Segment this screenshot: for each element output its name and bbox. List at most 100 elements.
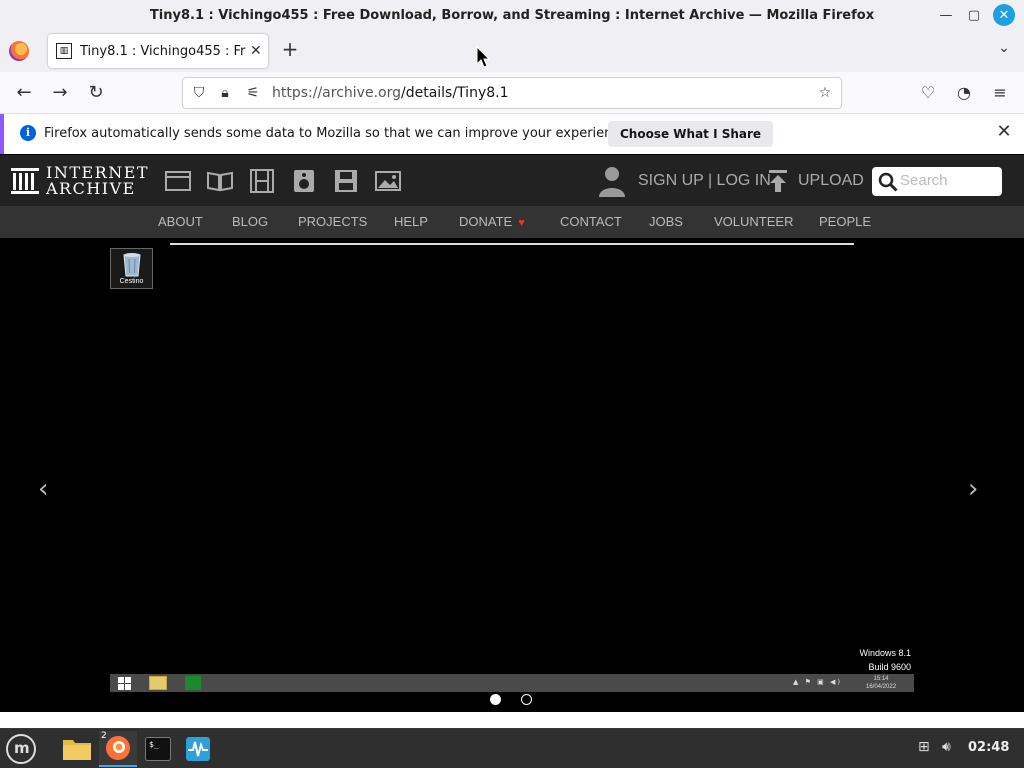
recycle-bin-icon [123,253,141,277]
info-icon: i [20,125,36,141]
nav-people[interactable]: PEOPLE [819,214,871,229]
file-explorer-icon[interactable] [149,676,167,690]
mouse-cursor-icon [476,46,490,68]
windows-taskbar: ▲ ⚑ ▣ ◀) 15:14 16/04/2022 [110,674,914,692]
close-icon[interactable]: ✕ [993,4,1015,26]
audio-icon[interactable] [291,169,317,193]
windows-watermark-line1: Windows 8.1 [859,648,911,658]
ia-top-nav: ABOUT BLOG PROJECTS HELP DONATE ♥ CONTACT… [0,206,1024,238]
choose-what-i-share-button[interactable]: Choose What I Share [608,121,774,147]
system-monitor-launcher[interactable] [179,731,217,767]
store-icon[interactable] [185,676,201,690]
navigation-toolbar: ← → ↻ ⛉ 🔒︎ ⚟ https://archive.org/details… [0,72,1024,114]
signup-login-link[interactable]: SIGN UP | LOG IN [598,165,771,197]
item-image-carousel: Cestino ‹ › Windows 8.1 Build 9600 ▲ ⚑ ▣… [0,238,1024,712]
system-monitor-icon [186,737,210,761]
tab-close-icon[interactable]: ✕ [250,43,262,59]
carousel-next-icon[interactable]: › [968,474,978,504]
tab-label: Tiny8.1 : Vichingo455 : Free Download, B… [80,43,246,59]
pocket-icon[interactable]: ♡ [916,81,940,105]
carousel-dot-1[interactable] [490,694,501,705]
recycle-bin-label: Cestino [119,278,144,285]
volume-icon[interactable]: 🔊︎ [942,739,951,755]
terminal-launcher[interactable]: $_ [139,731,177,767]
nav-volunteer[interactable]: VOLUNTEER [714,214,793,229]
firefox-view-icon[interactable] [9,41,29,61]
archive-icon: ▥ [56,43,72,59]
search-placeholder: Search [900,172,948,189]
url-host: https://archive.org [272,85,401,101]
ia-header: INTERNET ARCHIVE SIGN UP | LOG IN UPLOAD… [0,155,1024,206]
lock-icon[interactable]: 🔒︎ [216,84,234,102]
telemetry-notification: i Firefox automatically sends some data … [0,114,1024,154]
window-title: Tiny8.1 : Vichingo455 : Free Download, B… [149,7,875,23]
folder-icon [63,740,91,760]
carousel-top-border [170,243,854,245]
notification-message: Firefox automatically sends some data to… [44,126,632,141]
minimize-icon[interactable]: — [935,4,957,26]
hamburger-menu-icon[interactable]: ≡ [988,81,1012,105]
signup-login-label: SIGN UP | LOG IN [638,172,771,189]
user-icon [599,167,625,197]
nav-about[interactable]: ABOUT [158,214,203,229]
page-below-carousel [0,712,1024,728]
texts-icon[interactable] [207,169,233,193]
recycle-bin-desktop-icon[interactable]: Cestino [110,248,153,289]
firefox-taskbar-item[interactable]: 2 [99,731,137,767]
carousel-indicators [490,694,532,705]
ia-search-input[interactable]: Search [872,167,1002,196]
account-icon[interactable]: ◔ [952,81,976,105]
url-text[interactable]: https://archive.org/details/Tiny8.1 [272,85,509,101]
list-all-tabs-icon[interactable]: ⌄ [994,40,1014,60]
windows-tray-icons: ▲ ⚑ ▣ ◀) [793,678,843,686]
windows-clock: 15:14 16/04/2022 [866,675,896,691]
upload-icon [769,170,787,192]
permissions-icon[interactable]: ⚟ [244,84,262,102]
images-icon[interactable] [375,169,401,193]
tab-strip: ▥ Tiny8.1 : Vichingo455 : Free Download,… [0,30,1024,72]
nav-contact[interactable]: CONTACT [560,214,622,229]
svg-text:$_: $_ [149,740,159,749]
video-icon[interactable] [249,169,275,193]
url-bar[interactable]: ⛉ 🔒︎ ⚟ https://archive.org/details/Tiny8… [182,77,842,109]
ia-logo[interactable]: INTERNET ARCHIVE [10,165,149,197]
windows-clock-date: 16/04/2022 [866,684,897,690]
nav-blog[interactable]: BLOG [232,214,268,229]
network-icon[interactable]: ⊞ [918,739,930,755]
ia-wordmark: INTERNET ARCHIVE [46,165,149,197]
reload-icon[interactable]: ↻ [84,81,108,105]
nav-jobs[interactable]: JOBS [649,214,683,229]
files-launcher[interactable] [58,731,96,767]
nav-projects[interactable]: PROJECTS [298,214,367,229]
panel-clock[interactable]: 02:48 [968,740,1009,755]
notification-close-icon[interactable]: ✕ [994,122,1014,142]
system-panel: m 2 $_ ⊞ 🔊︎ 02:48 [0,728,1024,768]
nav-donate-label: DONATE [459,214,513,229]
search-icon [878,172,898,192]
url-path: /details/Tiny8.1 [400,85,509,101]
heart-icon: ♥ [518,217,525,229]
carousel-prev-icon[interactable]: ‹ [38,474,48,504]
maximize-icon[interactable]: ▢ [963,4,985,26]
forward-icon[interactable]: → [48,81,72,105]
terminal-icon: $_ [145,737,171,761]
web-icon[interactable] [165,169,191,193]
software-icon[interactable] [333,169,359,193]
tracking-protection-icon[interactable]: ⛉ [190,84,208,102]
window-titlebar: Tiny8.1 : Vichingo455 : Free Download, B… [0,0,1024,30]
carousel-dot-2[interactable] [521,694,532,705]
windows-watermark-line2: Build 9600 [868,662,911,672]
windows-start-icon[interactable] [118,677,131,690]
bookmark-star-icon[interactable]: ☆ [816,84,834,102]
archive-temple-icon [11,168,39,194]
upload-label: UPLOAD [798,172,864,189]
mint-menu-icon[interactable]: m [6,734,36,764]
nav-help[interactable]: HELP [394,214,428,229]
tab-tiny81[interactable]: ▥ Tiny8.1 : Vichingo455 : Free Download,… [48,34,268,68]
ia-wordmark-line2: ARCHIVE [46,179,136,198]
upload-link[interactable]: UPLOAD [768,169,864,193]
nav-donate[interactable]: DONATE ♥ [459,214,525,229]
back-icon[interactable]: ← [12,81,36,105]
windows-clock-time: 15:14 [873,676,889,682]
new-tab-button[interactable]: + [279,38,301,60]
